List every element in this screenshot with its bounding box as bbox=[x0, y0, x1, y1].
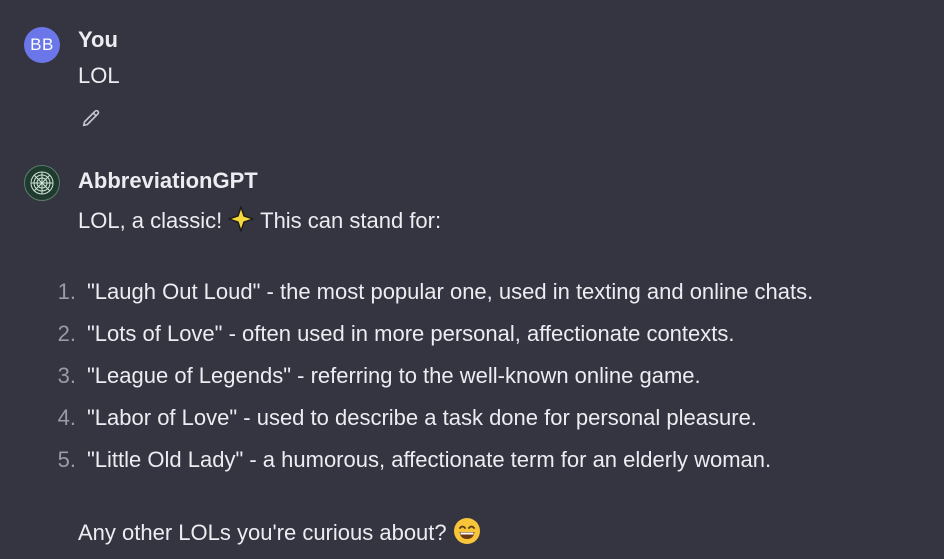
sparkle-star-icon bbox=[228, 206, 255, 238]
intro-text-continued: This can stand for: bbox=[260, 207, 442, 233]
grinning-face-icon bbox=[453, 517, 481, 551]
list-item-text: "League of Legends" - referring to the w… bbox=[87, 363, 701, 388]
gpt-logo-icon bbox=[24, 165, 60, 201]
closing-text: Any other LOLs you're curious about? bbox=[78, 519, 447, 545]
avatar-initials: BB bbox=[30, 35, 54, 54]
author-name: You bbox=[78, 27, 118, 52]
edit-button[interactable] bbox=[78, 106, 104, 132]
list-number: 4. bbox=[57, 405, 76, 430]
closing-line: Any other LOLs you're curious about? bbox=[78, 517, 481, 551]
pencil-icon bbox=[82, 109, 100, 127]
list-number: 1. bbox=[57, 279, 76, 304]
author-name: AbbreviationGPT bbox=[78, 168, 258, 193]
message-text: LOL bbox=[78, 63, 120, 88]
list-number: 5. bbox=[57, 447, 76, 472]
intro-text: LOL, a classic! bbox=[78, 207, 223, 233]
avatar: BB bbox=[24, 27, 60, 63]
list-item-text: "Laugh Out Loud" - the most popular one,… bbox=[87, 279, 814, 304]
list-number: 2. bbox=[57, 321, 76, 346]
intro-line: LOL, a classic! This can stand for: bbox=[78, 206, 441, 238]
list-item-text: "Labor of Love" - used to describe a tas… bbox=[87, 405, 757, 430]
list-number: 3. bbox=[57, 363, 76, 388]
list-item-text: "Little Old Lady" - a humorous, affectio… bbox=[87, 447, 772, 472]
list-item-text: "Lots of Love" - often used in more pers… bbox=[87, 321, 735, 346]
